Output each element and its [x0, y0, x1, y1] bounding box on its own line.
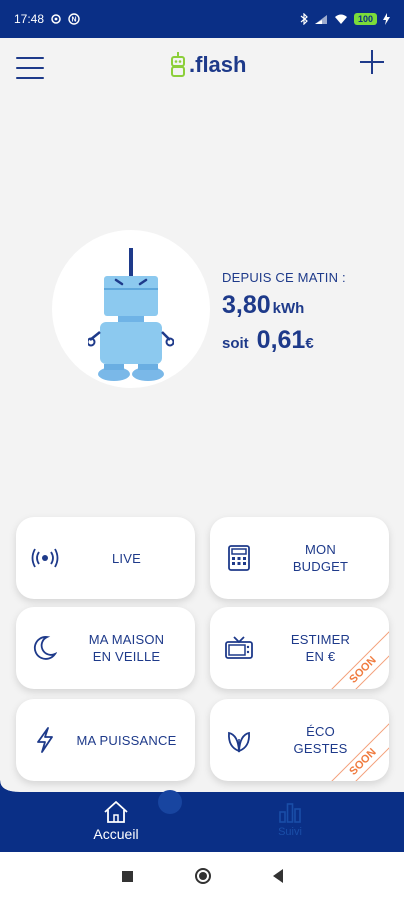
card-label-line2: EN VEILLE [92, 649, 161, 664]
kwh-row: 3,80 kWh [222, 291, 346, 320]
card-label-line1: ÉCO [306, 724, 335, 739]
card-label-line2: EN € [305, 649, 336, 664]
card-label-line2: BUDGET [292, 559, 349, 574]
card-label: LIVE [64, 517, 189, 599]
battery-icon: 100 [353, 13, 377, 25]
leaf-icon [224, 725, 254, 755]
bottom-nav-background [0, 762, 404, 860]
back-icon[interactable] [272, 869, 283, 883]
standby-card[interactable]: MA MAISON EN VEILLE [16, 607, 195, 689]
bar-chart-icon [279, 803, 301, 823]
system-nav-bar [0, 852, 404, 900]
euro-amount: 0,61€ [257, 326, 314, 355]
notification-icon: N [68, 13, 80, 25]
estimate-card[interactable]: ESTIMER EN € SOON [210, 607, 389, 689]
hamburger-icon [16, 57, 44, 59]
euro-unit: € [305, 335, 314, 352]
euro-value: 0,61 [256, 326, 306, 354]
plus-icon [360, 50, 384, 74]
since-morning-label: DEPUIS CE MATIN : [222, 270, 346, 285]
settings-icon [51, 14, 61, 24]
card-label-line1: LIVE [112, 550, 141, 566]
logo-robot-icon [171, 52, 185, 77]
home-icon [104, 801, 128, 823]
card-label-line1: MON [305, 542, 336, 557]
app-logo: .flash [170, 52, 246, 78]
nav-home-label: Accueil [93, 826, 139, 842]
nav-track-label: Suivi [278, 826, 302, 838]
card-label: MON BUDGET [258, 517, 383, 599]
status-bar: 17:48 N 100 [0, 0, 404, 38]
euro-row: soit 0,61€ [222, 326, 346, 355]
nav-track[interactable]: Suivi [258, 800, 322, 848]
add-button[interactable] [358, 48, 386, 82]
card-label: MA MAISON EN VEILLE [64, 607, 189, 689]
lightning-icon [30, 725, 60, 755]
recents-icon[interactable] [121, 870, 133, 882]
status-time: 17:48 [14, 12, 45, 26]
app-header: .flash [0, 38, 404, 100]
moon-icon [30, 633, 60, 663]
bluetooth-icon [300, 13, 308, 25]
card-label-line1: ESTIMER [290, 632, 351, 647]
nav-home[interactable]: Accueil [80, 800, 152, 848]
card-label-line2: GESTES [293, 741, 348, 756]
svg-text:N: N [72, 17, 77, 24]
calculator-icon [224, 543, 254, 573]
card-label-line1: MA MAISON [88, 632, 165, 647]
wifi-icon [334, 14, 347, 24]
consumption-summary: DEPUIS CE MATIN : 3,80 kWh soit 0,61€ [222, 270, 346, 355]
budget-card[interactable]: MON BUDGET [210, 517, 389, 599]
kwh-unit: kWh [272, 300, 305, 317]
charging-icon [383, 13, 390, 25]
card-label-line1: MA PUISSANCE [76, 732, 177, 748]
kwh-value: 3,80 [222, 291, 271, 319]
signal-icon [314, 14, 327, 24]
soit-label: soit [222, 335, 249, 352]
robot-mascot-icon [88, 248, 174, 381]
live-signal-icon [30, 543, 60, 573]
live-card[interactable]: LIVE [16, 517, 195, 599]
hamburger-line [16, 67, 44, 69]
logo-text: .flash [189, 52, 247, 77]
menu-button[interactable] [14, 52, 46, 84]
tv-icon [224, 633, 254, 663]
home-circle-icon[interactable] [194, 868, 211, 884]
hamburger-line [16, 77, 44, 79]
